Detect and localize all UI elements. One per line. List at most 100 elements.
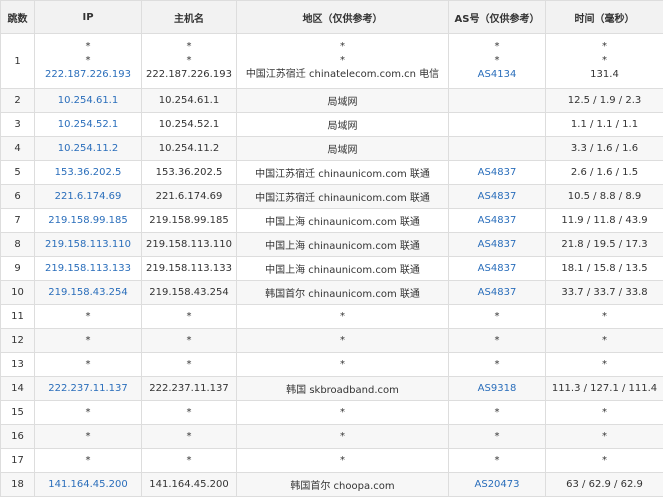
as-line: *: [494, 41, 500, 52]
as-link[interactable]: AS4837: [448, 184, 546, 209]
header-hop: 跳数: [0, 0, 35, 34]
time-cell: *: [545, 448, 663, 473]
time-cell: 3.3 / 1.6 / 1.6: [545, 136, 663, 161]
region-cell: 中国上海 chinaunicom.com 联通: [236, 232, 449, 257]
time-cell: *: [545, 328, 663, 353]
region-cell: *: [236, 424, 449, 449]
table-row: 18 141.164.45.200 141.164.45.200 韩国首尔 choop…: [0, 472, 663, 497]
time-cell: 12.5 / 1.9 / 2.3: [545, 88, 663, 113]
ip-link[interactable]: 222.187.226.193: [36, 68, 141, 82]
host-cell: 219.158.99.185: [141, 208, 237, 233]
region-cell: * * 中国江苏宿迁 chinatelecom.com.cn 电信: [236, 33, 449, 89]
ip-link[interactable]: 141.164.45.200: [34, 472, 142, 497]
table-row: 14 222.237.11.137 222.237.11.137 韩国 skbroad…: [0, 376, 663, 401]
as-cell: *: [448, 304, 546, 329]
table-row: 8 219.158.113.110 219.158.113.110 中国上海 chin…: [0, 232, 663, 257]
as-link[interactable]: AS4837: [448, 280, 546, 305]
as-link[interactable]: AS4837: [448, 160, 546, 185]
ip-cell: *: [34, 304, 142, 329]
time-cell: *: [545, 424, 663, 449]
region-line: *: [340, 41, 345, 52]
traceroute-table: 跳数 IP 主机名 地区（仅供参考） AS号（仅供参考） 时间（毫秒） 1 * …: [0, 0, 663, 497]
table-header-row: 跳数 IP 主机名 地区（仅供参考） AS号（仅供参考） 时间（毫秒）: [0, 0, 663, 34]
header-region: 地区（仅供参考）: [236, 0, 449, 34]
table-row: 5 153.36.202.5 153.36.202.5 中国江苏宿迁 chinauni…: [0, 160, 663, 185]
host-cell: 222.237.11.137: [141, 376, 237, 401]
table-row: 15 * * * * *: [0, 400, 663, 425]
as-link[interactable]: AS4837: [448, 232, 546, 257]
as-link[interactable]: AS4837: [448, 256, 546, 281]
table-row: 2 10.254.61.1 10.254.61.1 局域网 12.5 / 1.9 / 2…: [0, 88, 663, 113]
as-cell: *: [448, 424, 546, 449]
time-cell: 21.8 / 19.5 / 17.3: [545, 232, 663, 257]
time-line: *: [602, 41, 607, 52]
header-time: 时间（毫秒）: [545, 0, 663, 34]
time-cell: 1.1 / 1.1 / 1.1: [545, 112, 663, 137]
table-row: 16 * * * * *: [0, 424, 663, 449]
ip-link[interactable]: 219.158.113.133: [34, 256, 142, 281]
region-cell: 中国江苏宿迁 chinaunicom.com 联通: [236, 184, 449, 209]
ip-link[interactable]: 219.158.99.185: [34, 208, 142, 233]
hop-cell: 16: [0, 424, 35, 449]
time-cell: *: [545, 352, 663, 377]
as-cell: [448, 112, 546, 137]
region-cell: 韩国首尔 chinaunicom.com 联通: [236, 280, 449, 305]
region-line: *: [340, 55, 345, 66]
as-link[interactable]: AS20473: [448, 472, 546, 497]
ip-cell: *: [34, 424, 142, 449]
region-line: 中国江苏宿迁 chinatelecom.com.cn 电信: [245, 69, 440, 80]
table-row: 13 * * * * *: [0, 352, 663, 377]
region-cell: *: [236, 448, 449, 473]
host-cell: *: [141, 328, 237, 353]
time-cell: 33.7 / 33.7 / 33.8: [545, 280, 663, 305]
table-row: 11 * * * * *: [0, 304, 663, 329]
hop-cell: 7: [0, 208, 35, 233]
ip-link[interactable]: 221.6.174.69: [34, 184, 142, 209]
as-link[interactable]: AS4837: [448, 208, 546, 233]
ip-link[interactable]: 219.158.113.110: [34, 232, 142, 257]
ip-line: *: [85, 55, 91, 66]
ip-link[interactable]: 10.254.61.1: [34, 88, 142, 113]
hop-cell: 10: [0, 280, 35, 305]
region-cell: 韩国 skbroadband.com: [236, 376, 449, 401]
table-row: 3 10.254.52.1 10.254.52.1 局域网 1.1 / 1.1 / 1.…: [0, 112, 663, 137]
hop-cell: 13: [0, 352, 35, 377]
host-line: *: [186, 55, 192, 66]
region-cell: 中国江苏宿迁 chinaunicom.com 联通: [236, 160, 449, 185]
ip-link[interactable]: 222.237.11.137: [34, 376, 142, 401]
table-row: 4 10.254.11.2 10.254.11.2 局域网 3.3 / 1.6 / 1.…: [0, 136, 663, 161]
region-cell: 中国上海 chinaunicom.com 联通: [236, 208, 449, 233]
ip-cell: *: [34, 448, 142, 473]
table-row: 17 * * * * *: [0, 448, 663, 473]
hop-cell: 12: [0, 328, 35, 353]
region-cell: 局域网: [236, 88, 449, 113]
header-ip: IP: [34, 0, 142, 34]
hop-cell: 17: [0, 448, 35, 473]
region-cell: *: [236, 328, 449, 353]
ip-link[interactable]: 10.254.11.2: [34, 136, 142, 161]
region-cell: *: [236, 304, 449, 329]
as-line: *: [494, 55, 500, 66]
host-cell: *: [141, 400, 237, 425]
ip-link[interactable]: 153.36.202.5: [34, 160, 142, 185]
as-cell: *: [448, 352, 546, 377]
host-cell: *: [141, 352, 237, 377]
table-row: 1 * * 222.187.226.193 * * 222.187.226.19…: [0, 33, 663, 89]
as-cell: *: [448, 400, 546, 425]
ip-link[interactable]: 219.158.43.254: [34, 280, 142, 305]
region-cell: *: [236, 400, 449, 425]
host-cell: 219.158.43.254: [141, 280, 237, 305]
as-cell: [448, 88, 546, 113]
as-link[interactable]: AS4134: [450, 68, 545, 82]
host-cell: *: [141, 424, 237, 449]
ip-link[interactable]: 10.254.52.1: [34, 112, 142, 137]
time-cell: * * 131.4: [545, 33, 663, 89]
hop-cell: 5: [0, 160, 35, 185]
hop-cell: 9: [0, 256, 35, 281]
region-cell: 中国上海 chinaunicom.com 联通: [236, 256, 449, 281]
as-link[interactable]: AS9318: [448, 376, 546, 401]
host-cell: 219.158.113.133: [141, 256, 237, 281]
host-line: 222.187.226.193: [146, 69, 232, 80]
time-line: 131.4: [590, 69, 619, 80]
hop-cell: 15: [0, 400, 35, 425]
